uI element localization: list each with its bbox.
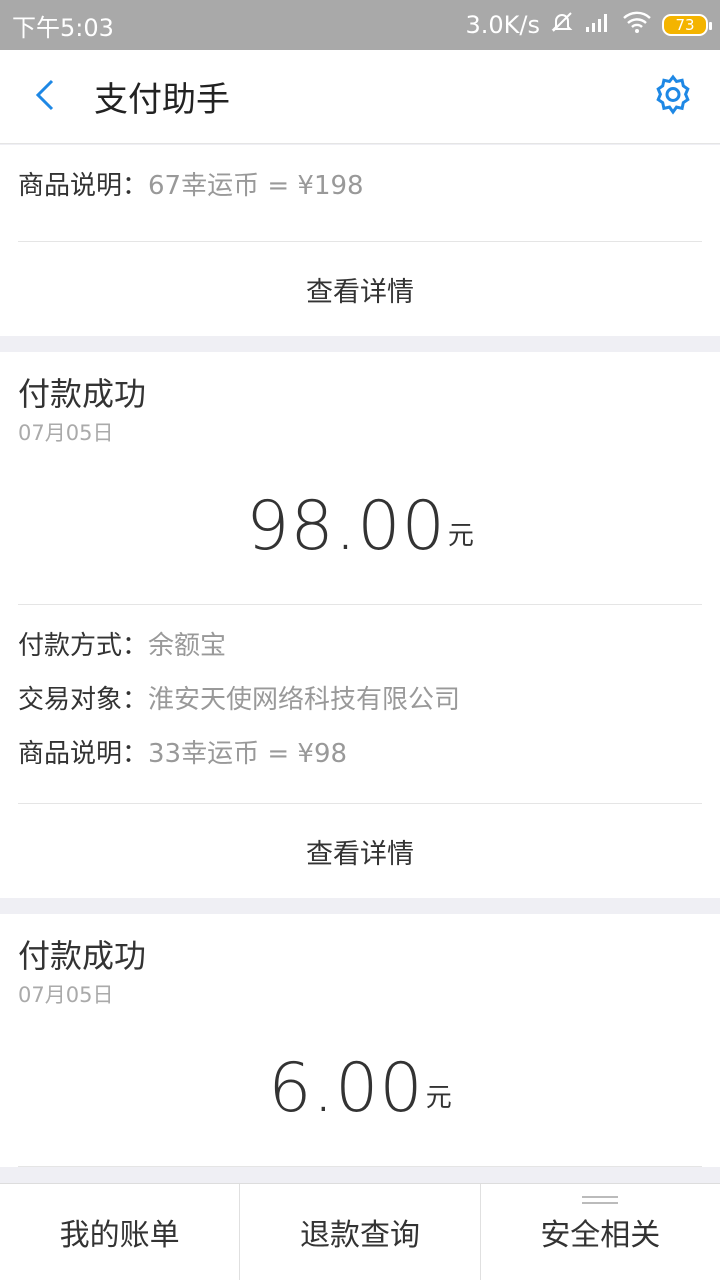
amount-display: 6.00 元 [0, 1010, 720, 1166]
battery-level: 73 [675, 16, 695, 34]
status-bar: 下午5:03 3.0K/s 73 [0, 0, 720, 50]
tab-my-bills[interactable]: 我的账单 [0, 1184, 241, 1280]
top-bar: 支付助手 [0, 50, 720, 144]
info-value: 33幸运币 = ¥98 [148, 739, 348, 769]
currency-unit: 元 [447, 521, 474, 551]
submenu-indicator-icon [582, 1196, 619, 1208]
mute-bell-icon [550, 10, 574, 40]
signal-icon [584, 11, 612, 39]
amount-display: 98.00 元 [0, 448, 720, 604]
view-details-button[interactable]: 查看详情 [0, 242, 720, 336]
divider [18, 1166, 702, 1167]
payment-amount: 98.00 [246, 486, 446, 566]
settings-button[interactable] [648, 72, 698, 122]
bottom-tab-bar: 我的账单 退款查询 安全相关 [0, 1183, 720, 1280]
tab-label: 安全相关 [540, 1218, 661, 1253]
status-icons: 3.0K/s 73 [465, 10, 712, 40]
info-row-product: 商品说明： 67幸运币 = ¥198 [18, 159, 702, 213]
network-speed: 3.0K/s [465, 11, 541, 39]
payment-date: 07月05日 [18, 421, 114, 445]
payment-card: 商品说明： 67幸运币 = ¥198 查看详情 [0, 145, 720, 336]
info-label: 付款方式： [18, 631, 149, 661]
message-list[interactable]: 商品说明： 67幸运币 = ¥198 查看详情 付款成功 07月05日 98.0… [0, 145, 720, 1183]
payment-status: 付款成功 [18, 375, 147, 413]
tab-label: 我的账单 [59, 1218, 180, 1253]
info-value: 淮安天使网络科技有限公司 [148, 685, 461, 715]
currency-unit: 元 [425, 1083, 452, 1113]
payment-card: 付款成功 07月05日 6.00 元 [0, 914, 720, 1167]
page-title: 支付助手 [94, 80, 230, 120]
info-label: 商品说明： [18, 171, 149, 201]
view-details-button[interactable]: 查看详情 [0, 804, 720, 898]
tab-refund-query[interactable]: 退款查询 [240, 1184, 481, 1280]
info-value: 67幸运币 = ¥198 [148, 171, 364, 201]
info-label: 商品说明： [18, 739, 149, 769]
info-value: 余额宝 [148, 631, 227, 661]
payment-card: 付款成功 07月05日 98.00 元 付款方式： 余额宝 交易对象： 淮安天使… [0, 352, 720, 898]
payment-status: 付款成功 [18, 937, 147, 975]
chevron-left-icon [34, 78, 56, 116]
back-button[interactable] [0, 50, 90, 144]
gear-icon [652, 74, 694, 120]
info-row-counterparty: 交易对象： 淮安天使网络科技有限公司 [18, 673, 702, 727]
tab-security[interactable]: 安全相关 [481, 1184, 720, 1280]
wifi-icon [622, 11, 652, 39]
battery-indicator: 73 [662, 14, 712, 36]
status-time: 下午5:03 [12, 13, 114, 42]
payment-date: 07月05日 [18, 983, 114, 1007]
info-row-payment-method: 付款方式： 余额宝 [18, 619, 702, 673]
info-label: 交易对象： [18, 685, 149, 715]
tab-label: 退款查询 [299, 1218, 420, 1253]
payment-amount: 6.00 [268, 1048, 424, 1128]
info-row-product: 商品说明： 33幸运币 = ¥98 [18, 727, 702, 781]
